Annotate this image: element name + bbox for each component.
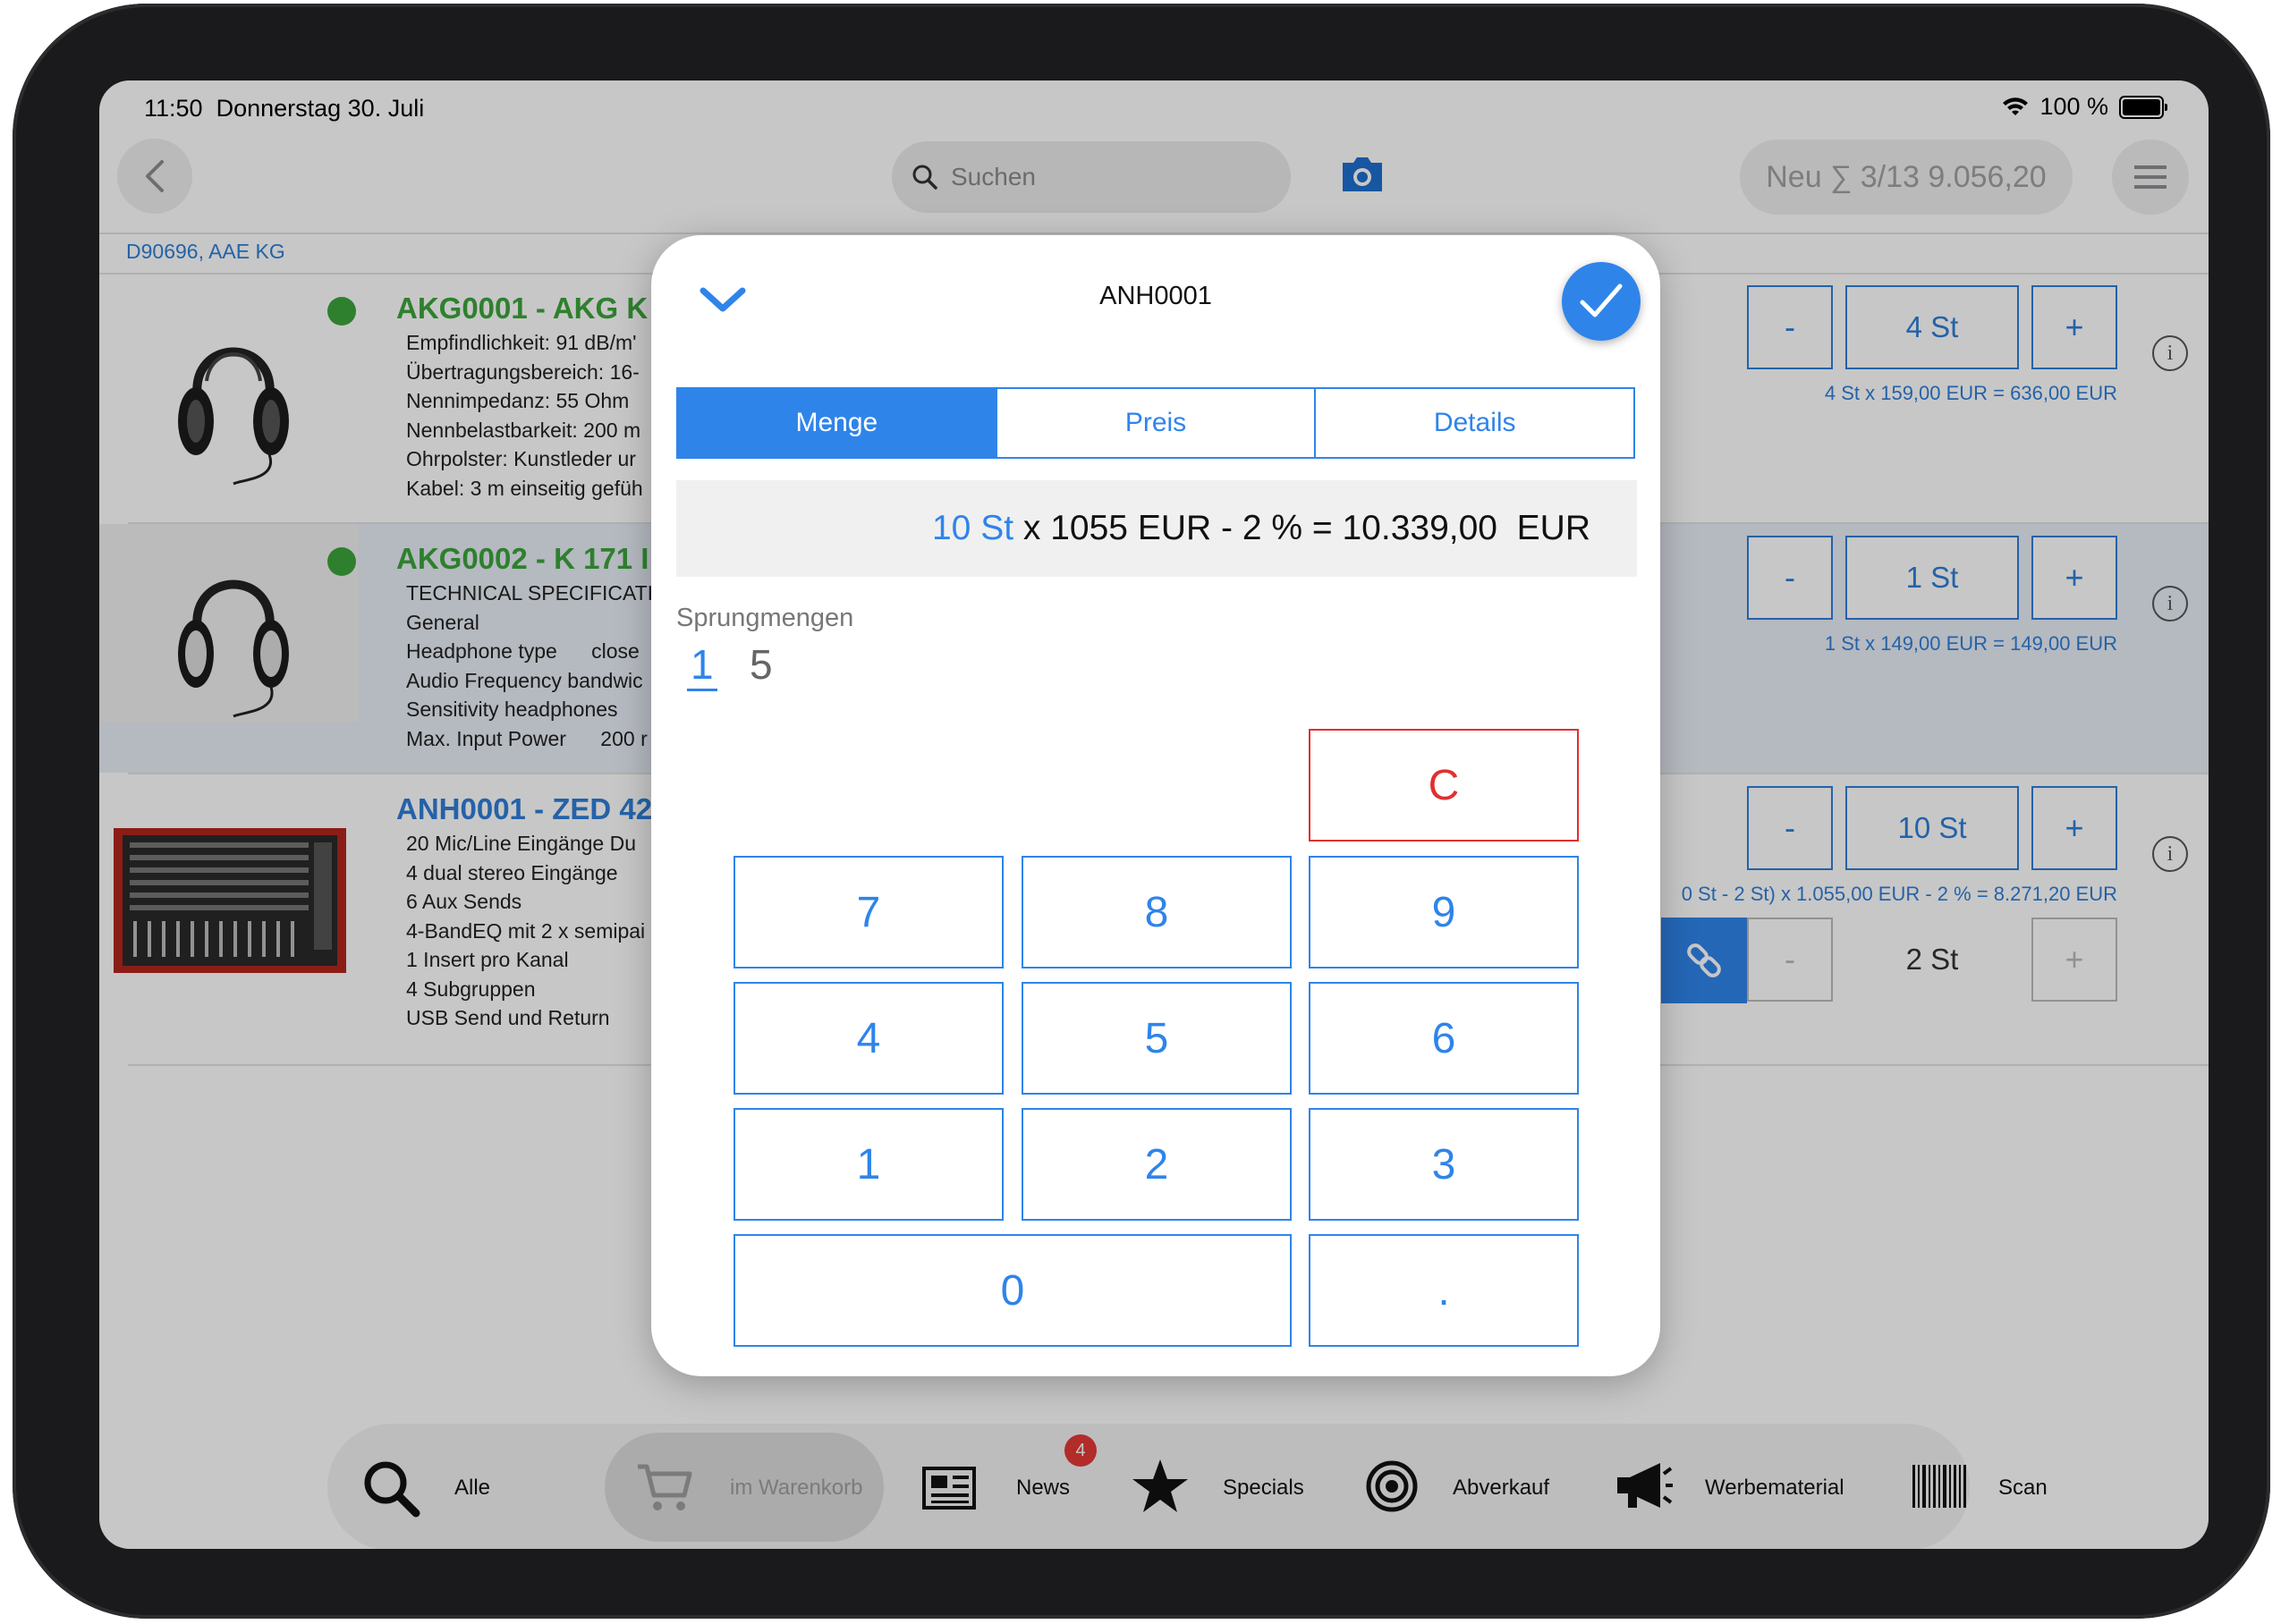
- tab-menge[interactable]: Menge: [678, 389, 996, 457]
- key-0[interactable]: 0: [733, 1234, 1292, 1347]
- confirm-button[interactable]: [1562, 262, 1641, 341]
- modal-title: ANH0001: [1099, 282, 1212, 310]
- key-4[interactable]: 4: [733, 982, 1004, 1095]
- sprungmenge-option[interactable]: 1: [687, 640, 717, 691]
- key-2[interactable]: 2: [1022, 1108, 1292, 1221]
- key-7[interactable]: 7: [733, 856, 1004, 968]
- checkmark-icon: [1580, 283, 1623, 317]
- key-6[interactable]: 6: [1309, 982, 1579, 1095]
- key-1[interactable]: 1: [733, 1108, 1004, 1221]
- quantity-modal: ANH0001 Menge Preis Details 10 St x 1055…: [651, 235, 1660, 1376]
- sprungmengen-label: Sprungmengen: [676, 604, 854, 632]
- key-5[interactable]: 5: [1022, 982, 1292, 1095]
- formula-calculation: x 1055 EUR - 2 % = 10.339,00 EUR: [1013, 509, 1590, 547]
- modal-tabs: Menge Preis Details: [676, 387, 1635, 459]
- clear-key[interactable]: C: [1309, 729, 1579, 842]
- price-formula: 10 St x 1055 EUR - 2 % = 10.339,00 EUR: [676, 480, 1637, 577]
- app-screen: 11:50 Donnerstag 30. Juli 100 % Suchen N…: [99, 80, 2209, 1549]
- tab-preis[interactable]: Preis: [995, 389, 1315, 457]
- key-3[interactable]: 3: [1309, 1108, 1579, 1221]
- key-8[interactable]: 8: [1022, 856, 1292, 968]
- ipad-frame: 11:50 Donnerstag 30. Juli 100 % Suchen N…: [13, 4, 2270, 1619]
- formula-quantity: 10 St: [931, 509, 1014, 547]
- sprungmenge-option[interactable]: 5: [750, 640, 773, 689]
- key-9[interactable]: 9: [1309, 856, 1579, 968]
- tab-details[interactable]: Details: [1314, 389, 1633, 457]
- key-decimal[interactable]: .: [1309, 1234, 1579, 1347]
